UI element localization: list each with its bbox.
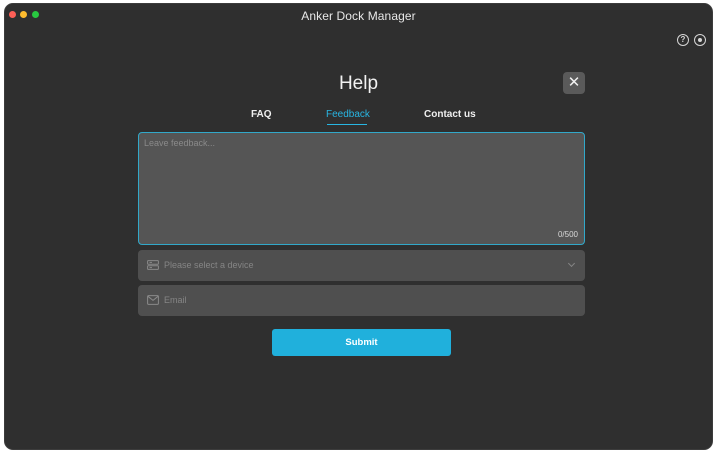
feedback-placeholder: Leave feedback...: [144, 138, 216, 148]
close-icon: ✕: [567, 74, 581, 91]
device-icon: [147, 260, 159, 270]
email-placeholder: Email: [164, 295, 187, 305]
tab-feedback[interactable]: Feedback: [326, 109, 370, 120]
mail-icon: [147, 295, 159, 305]
device-select-placeholder: Please select a device: [164, 260, 254, 270]
feedback-textarea[interactable]: Leave feedback... 0/500: [138, 132, 585, 245]
title-bar: Anker Dock Manager: [5, 4, 712, 28]
window-title: Anker Dock Manager: [301, 9, 416, 23]
email-field[interactable]: Email: [138, 285, 585, 316]
tab-faq[interactable]: FAQ: [251, 109, 272, 120]
active-tab-indicator: [327, 124, 367, 125]
chevron-down-icon: [567, 259, 576, 268]
device-select[interactable]: Please select a device: [138, 250, 585, 281]
panel-title: Help: [338, 73, 379, 94]
settings-icon[interactable]: [694, 34, 706, 46]
close-panel-button[interactable]: ✕: [563, 72, 585, 94]
character-count: 0/500: [557, 230, 578, 239]
tab-contact-us[interactable]: Contact us: [424, 109, 476, 120]
app-window: Anker Dock Manager ? Help ✕ FAQ Feedback…: [4, 3, 713, 450]
help-circle-icon[interactable]: ?: [677, 34, 689, 46]
submit-button[interactable]: Submit: [272, 329, 451, 356]
